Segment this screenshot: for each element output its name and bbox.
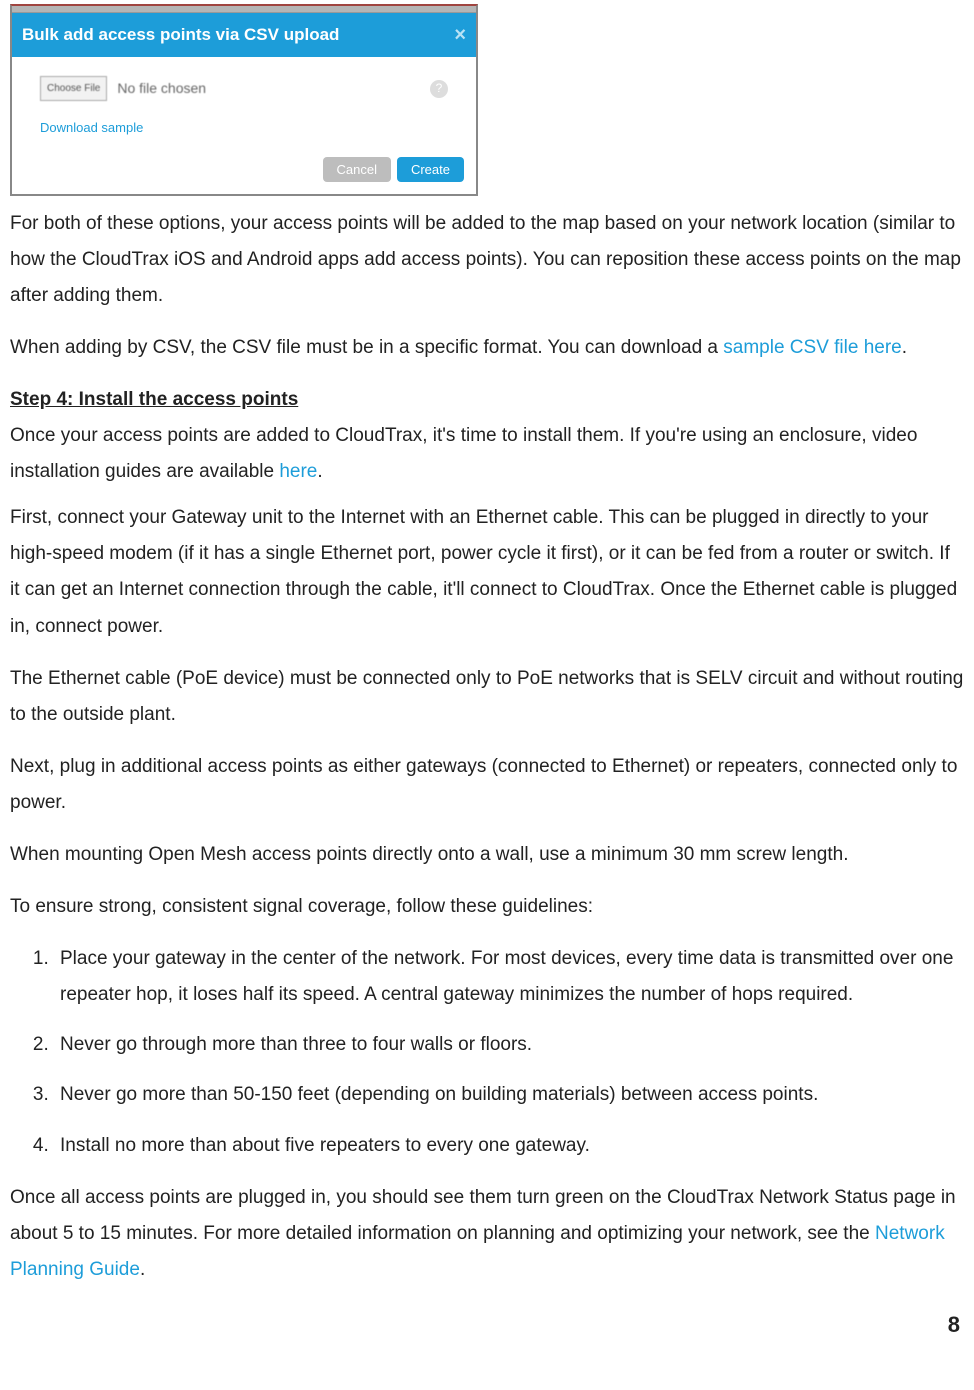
cancel-button[interactable]: Cancel — [323, 157, 391, 182]
text: . — [140, 1259, 145, 1280]
choose-file-button[interactable]: Choose File — [40, 76, 107, 101]
list-item: Install no more than about five repeater… — [54, 1128, 964, 1164]
step-4-section: Step 4: Install the access points Once y… — [10, 382, 964, 490]
list-item: Never go more than 50-150 feet (dependin… — [54, 1077, 964, 1113]
dialog-body: Choose File No file chosen ? Download sa… — [12, 57, 476, 148]
guidelines-list: Place your gateway in the center of the … — [10, 941, 964, 1163]
text: When adding by CSV, the CSV file must be… — [10, 337, 723, 358]
paragraph-guidelines-intro: To ensure strong, consistent signal cove… — [10, 889, 964, 925]
close-icon[interactable]: × — [454, 25, 466, 45]
paragraph-poe-warning: The Ethernet cable (PoE device) must be … — [10, 661, 964, 733]
paragraph-additional-aps: Next, plug in additional access points a… — [10, 749, 964, 821]
sample-csv-link[interactable]: sample CSV file here — [723, 337, 901, 358]
list-item: Place your gateway in the center of the … — [54, 941, 964, 1013]
text: . — [317, 461, 322, 482]
dialog-window-chrome — [12, 6, 476, 13]
text: . — [902, 337, 907, 358]
dialog-header: Bulk add access points via CSV upload × — [12, 13, 476, 57]
list-item: Never go through more than three to four… — [54, 1027, 964, 1063]
text: Once your access points are added to Clo… — [10, 425, 917, 482]
paragraph-gateway-connect: First, connect your Gateway unit to the … — [10, 500, 964, 644]
create-button[interactable]: Create — [397, 157, 464, 182]
page-number: 8 — [10, 1304, 964, 1346]
paragraph-csv-format: When adding by CSV, the CSV file must be… — [10, 330, 964, 366]
file-input-row: Choose File No file chosen ? — [40, 75, 448, 102]
paragraph-options-note: For both of these options, your access p… — [10, 206, 964, 314]
paragraph-screw-length: When mounting Open Mesh access points di… — [10, 837, 964, 873]
paragraph-status-page: Once all access points are plugged in, y… — [10, 1180, 964, 1288]
csv-upload-dialog: Bulk add access points via CSV upload × … — [10, 4, 478, 196]
dialog-footer: Cancel Create — [12, 149, 476, 194]
installation-videos-link[interactable]: here — [279, 461, 317, 482]
no-file-label: No file chosen — [117, 75, 206, 102]
download-sample-link[interactable]: Download sample — [40, 116, 448, 141]
text: Once all access points are plugged in, y… — [10, 1187, 956, 1244]
dialog-title: Bulk add access points via CSV upload — [22, 19, 339, 51]
step-4-title: Step 4: Install the access points — [10, 389, 298, 410]
help-icon[interactable]: ? — [430, 80, 448, 98]
